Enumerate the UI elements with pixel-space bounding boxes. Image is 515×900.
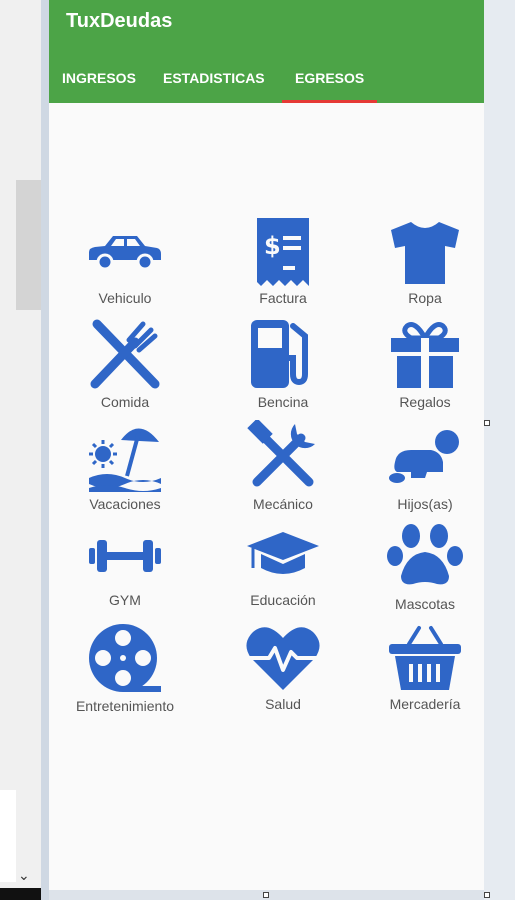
left-side-panel: ⌄ — [0, 0, 41, 900]
device-frame-left — [41, 0, 49, 900]
resize-handle-bottom[interactable] — [263, 892, 269, 898]
baby-icon — [389, 430, 459, 483]
category-label: Mecánico — [253, 496, 313, 512]
utensils-icon — [90, 319, 160, 389]
chevron-down-icon[interactable]: ⌄ — [18, 868, 30, 884]
category-label: Mascotas — [395, 596, 455, 612]
category-label: Salud — [265, 696, 301, 712]
category-gym[interactable]: GYM — [55, 536, 195, 608]
side-scrollbar[interactable] — [16, 180, 41, 310]
resize-handle-right[interactable] — [484, 420, 490, 426]
bottom-bar — [0, 888, 41, 900]
gas-pump-icon — [251, 320, 308, 388]
category-mercaderia[interactable]: Mercadería — [355, 624, 495, 712]
category-salud[interactable]: Salud — [213, 624, 353, 712]
category-label: Bencina — [257, 394, 309, 410]
device-frame-right — [484, 0, 515, 900]
category-label: Mercadería — [389, 696, 461, 712]
tab-ingresos[interactable]: INGRESOS — [62, 70, 136, 86]
receipt-icon: $ — [257, 218, 309, 286]
category-regalos[interactable]: Regalos — [355, 318, 495, 410]
category-educacion[interactable]: Educación — [213, 530, 353, 608]
category-vacaciones[interactable]: Vacaciones — [55, 420, 195, 512]
category-ropa[interactable]: Ropa — [355, 220, 495, 306]
active-tab-indicator — [282, 100, 377, 103]
beach-icon — [89, 428, 161, 492]
category-comida[interactable]: Comida — [55, 318, 195, 410]
tools-icon — [247, 420, 315, 487]
heartbeat-icon — [246, 627, 320, 690]
app-screen: TuxDeudas INGRESOS ESTADISTICAS EGRESOS … — [49, 0, 484, 890]
category-label: Factura — [259, 290, 307, 306]
category-hijos[interactable]: Hijos(as) — [355, 420, 495, 512]
category-label: Regalos — [399, 394, 451, 410]
category-vehiculo[interactable]: Vehiculo — [55, 232, 195, 306]
category-label: GYM — [109, 592, 141, 608]
category-mascotas[interactable]: Mascotas — [355, 522, 495, 612]
category-bencina[interactable]: Bencina — [213, 318, 353, 410]
category-label: Entretenimiento — [75, 698, 175, 714]
app-bar: TuxDeudas INGRESOS ESTADISTICAS EGRESOS — [49, 0, 484, 103]
category-label: Vehiculo — [98, 290, 152, 306]
tshirt-icon — [391, 222, 459, 284]
category-mecanico[interactable]: Mecánico — [213, 420, 353, 512]
category-factura[interactable]: $ Factura — [213, 218, 353, 306]
film-reel-icon — [89, 624, 161, 692]
svg-text:$: $ — [264, 232, 281, 260]
paw-icon — [387, 524, 463, 585]
category-label: Hijos(as) — [397, 496, 453, 512]
category-entretenimiento[interactable]: Entretenimiento — [55, 622, 195, 714]
gift-icon — [391, 322, 459, 388]
app-title: TuxDeudas — [66, 10, 173, 32]
basket-icon — [389, 626, 461, 690]
tab-estadisticas[interactable]: ESTADISTICAS — [163, 70, 265, 86]
category-label: Ropa — [408, 290, 442, 306]
category-label: Vacaciones — [89, 496, 161, 512]
category-label: Comida — [100, 394, 150, 410]
resize-handle-corner[interactable] — [484, 892, 490, 898]
side-blank-area — [0, 790, 16, 882]
category-label: Educación — [250, 592, 316, 608]
car-icon — [89, 236, 161, 271]
graduation-cap-icon — [247, 532, 319, 574]
tab-egresos[interactable]: EGRESOS — [295, 70, 364, 86]
dumbbell-icon — [89, 540, 161, 572]
